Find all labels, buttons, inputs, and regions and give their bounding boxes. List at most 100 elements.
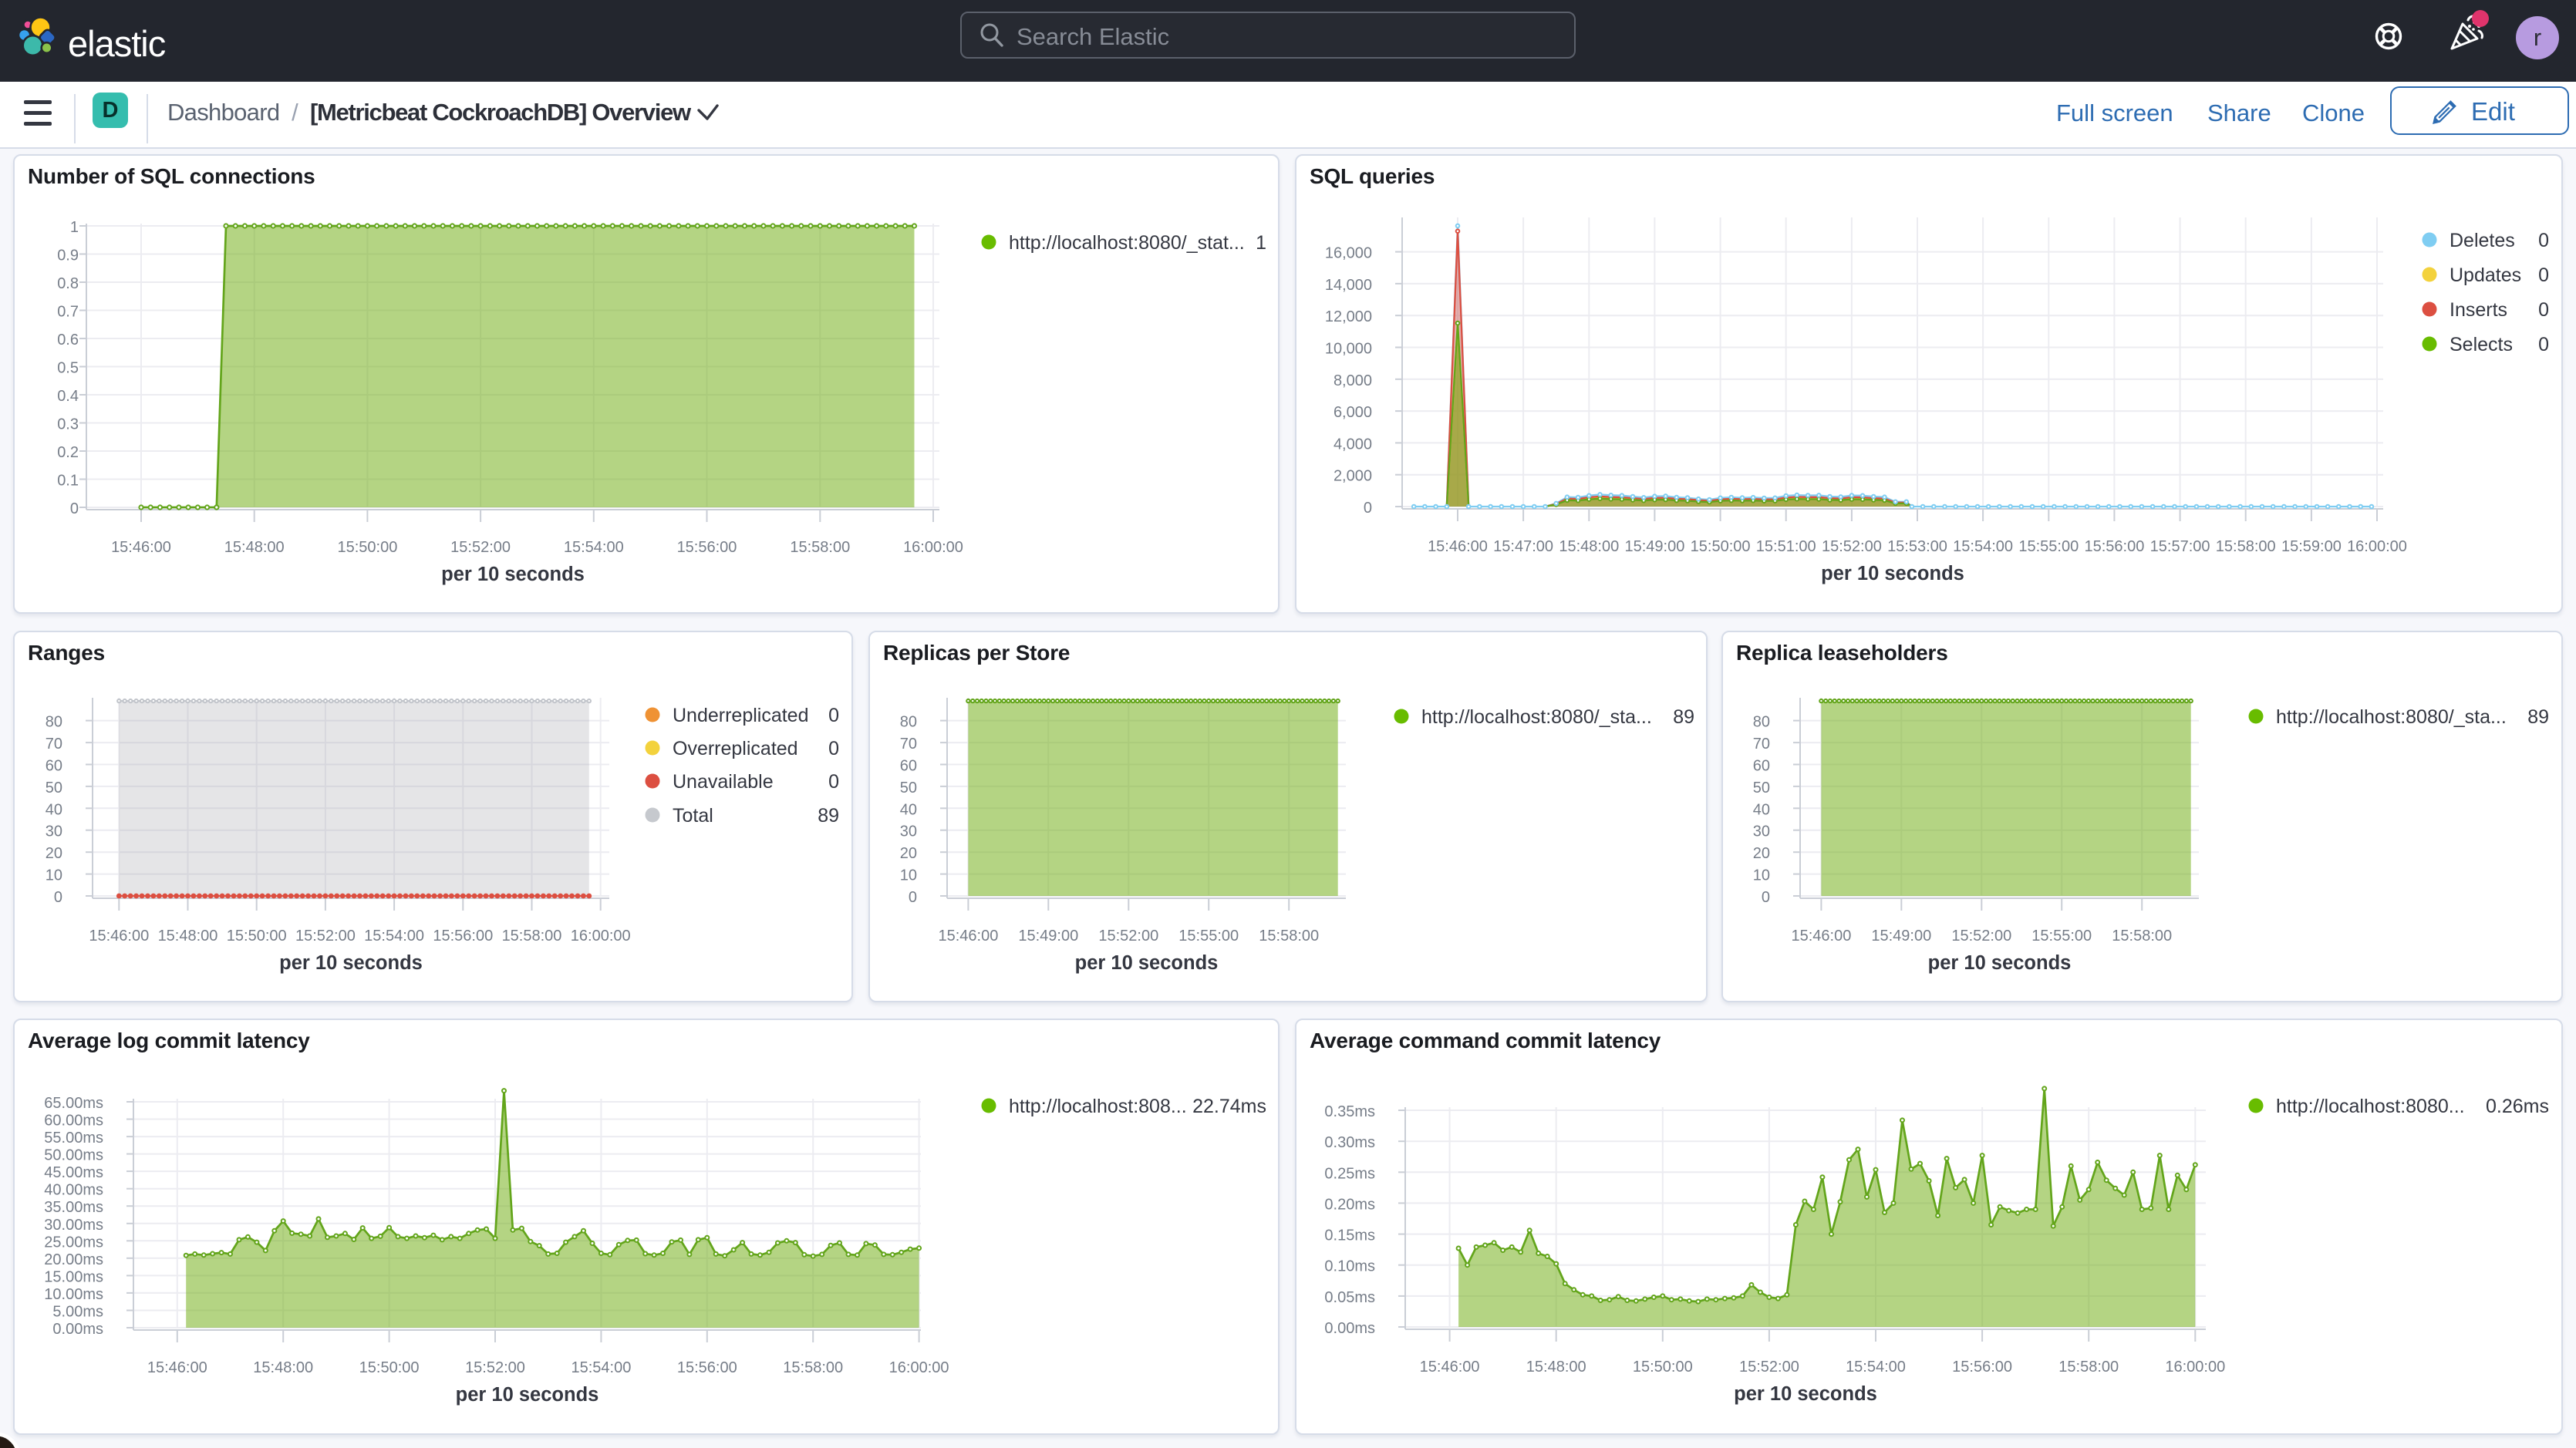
svg-text:15.00ms: 15.00ms	[44, 1268, 103, 1285]
svg-text:1: 1	[1256, 232, 1266, 254]
svg-text:15:52:00: 15:52:00	[1951, 928, 2011, 945]
svg-text:15:50:00: 15:50:00	[1633, 1359, 1693, 1376]
svg-text:0.25ms: 0.25ms	[1324, 1165, 1375, 1182]
svg-text:0: 0	[828, 771, 839, 793]
svg-text:50: 50	[900, 780, 917, 796]
svg-text:15:55:00: 15:55:00	[2031, 928, 2092, 945]
svg-text:15:48:00: 15:48:00	[253, 1359, 313, 1376]
svg-text:0.20ms: 0.20ms	[1324, 1196, 1375, 1213]
svg-text:15:50:00: 15:50:00	[1691, 538, 1751, 555]
svg-text:0.26ms: 0.26ms	[2486, 1096, 2549, 1117]
svg-text:per 10 seconds: per 10 seconds	[1821, 563, 1964, 584]
svg-text:per 10 seconds: per 10 seconds	[1075, 952, 1219, 974]
svg-text:0.30ms: 0.30ms	[1324, 1134, 1375, 1151]
svg-text:0.7: 0.7	[57, 304, 79, 321]
svg-text:40: 40	[46, 801, 62, 818]
svg-text:60: 60	[1753, 758, 1770, 775]
svg-text:15:54:00: 15:54:00	[564, 539, 624, 556]
svg-text:0.9: 0.9	[57, 248, 79, 264]
svg-text:80: 80	[1753, 714, 1770, 731]
svg-text:10: 10	[900, 867, 917, 884]
svg-text:60: 60	[46, 758, 62, 775]
svg-text:15:53:00: 15:53:00	[1887, 538, 1947, 555]
svg-text:89: 89	[818, 805, 839, 827]
svg-text:50: 50	[1753, 780, 1770, 796]
svg-text:20: 20	[900, 845, 917, 862]
svg-text:15:46:00: 15:46:00	[938, 928, 998, 945]
svg-text:15:52:00: 15:52:00	[450, 539, 511, 556]
svg-text:Underreplicated: Underreplicated	[673, 705, 809, 726]
svg-text:0: 0	[1364, 500, 1372, 517]
svg-text:15:54:00: 15:54:00	[364, 928, 424, 945]
svg-text:16:00:00: 16:00:00	[2165, 1359, 2225, 1376]
svg-text:30: 30	[1753, 823, 1770, 840]
svg-text:45.00ms: 45.00ms	[44, 1164, 103, 1181]
svg-text:10: 10	[1753, 867, 1770, 884]
svg-text:15:46:00: 15:46:00	[111, 539, 171, 556]
svg-text:10: 10	[46, 867, 62, 884]
svg-text:15:46:00: 15:46:00	[1420, 1359, 1480, 1376]
svg-text:15:56:00: 15:56:00	[1952, 1359, 2012, 1376]
svg-text:22.74ms: 22.74ms	[1192, 1096, 1266, 1117]
svg-text:0.2: 0.2	[57, 444, 79, 461]
svg-text:15:50:00: 15:50:00	[359, 1359, 420, 1376]
svg-text:15:58:00: 15:58:00	[2112, 928, 2172, 945]
svg-text:0.1: 0.1	[57, 473, 79, 490]
svg-text:http://localhost:8080/_sta...: http://localhost:8080/_sta...	[2276, 706, 2507, 728]
svg-text:15:49:00: 15:49:00	[1624, 538, 1684, 555]
svg-text:Unavailable: Unavailable	[673, 771, 774, 793]
svg-text:Updates: Updates	[2450, 264, 2521, 286]
svg-text:14,000: 14,000	[1325, 277, 1372, 294]
svg-text:12,000: 12,000	[1325, 308, 1372, 325]
svg-text:0.00ms: 0.00ms	[1324, 1320, 1375, 1337]
svg-text:15:52:00: 15:52:00	[295, 928, 356, 945]
svg-text:15:47:00: 15:47:00	[1493, 538, 1553, 555]
svg-text:15:54:00: 15:54:00	[1846, 1359, 1906, 1376]
svg-text:0: 0	[2538, 264, 2549, 286]
svg-text:0.3: 0.3	[57, 416, 79, 433]
svg-text:0.05ms: 0.05ms	[1324, 1289, 1375, 1306]
svg-text:15:52:00: 15:52:00	[1822, 538, 1882, 555]
svg-text:15:49:00: 15:49:00	[1871, 928, 1931, 945]
svg-text:70: 70	[1753, 736, 1770, 753]
svg-text:per 10 seconds: per 10 seconds	[456, 1384, 599, 1406]
svg-text:16,000: 16,000	[1325, 245, 1372, 262]
svg-text:15:58:00: 15:58:00	[783, 1359, 843, 1376]
svg-text:15:48:00: 15:48:00	[1526, 1359, 1586, 1376]
svg-text:40.00ms: 40.00ms	[44, 1182, 103, 1199]
svg-text:35.00ms: 35.00ms	[44, 1199, 103, 1216]
svg-text:15:58:00: 15:58:00	[502, 928, 562, 945]
svg-text:0: 0	[2538, 230, 2549, 251]
svg-text:15:58:00: 15:58:00	[2216, 538, 2276, 555]
svg-text:16:00:00: 16:00:00	[2347, 538, 2407, 555]
svg-text:Total: Total	[673, 805, 713, 827]
svg-text:0: 0	[909, 889, 917, 906]
svg-text:40: 40	[1753, 801, 1770, 818]
svg-text:15:58:00: 15:58:00	[2058, 1359, 2119, 1376]
svg-text:per 10 seconds: per 10 seconds	[279, 952, 423, 974]
svg-text:30.00ms: 30.00ms	[44, 1217, 103, 1234]
svg-text:20.00ms: 20.00ms	[44, 1251, 103, 1268]
svg-text:Overreplicated: Overreplicated	[673, 738, 798, 759]
svg-text:15:56:00: 15:56:00	[433, 928, 493, 945]
svg-text:15:54:00: 15:54:00	[571, 1359, 631, 1376]
svg-text:55.00ms: 55.00ms	[44, 1130, 103, 1147]
svg-text:0: 0	[1762, 889, 1770, 906]
svg-text:0: 0	[2538, 334, 2549, 355]
svg-text:15:49:00: 15:49:00	[1018, 928, 1078, 945]
svg-text:25.00ms: 25.00ms	[44, 1234, 103, 1251]
svg-text:15:56:00: 15:56:00	[677, 1359, 737, 1376]
svg-text:0.5: 0.5	[57, 360, 79, 377]
svg-text:15:46:00: 15:46:00	[1428, 538, 1488, 555]
svg-text:15:52:00: 15:52:00	[1739, 1359, 1799, 1376]
svg-text:per 10 seconds: per 10 seconds	[1734, 1383, 1877, 1405]
svg-text:70: 70	[900, 736, 917, 753]
svg-text:20: 20	[1753, 845, 1770, 862]
svg-text:15:57:00: 15:57:00	[2150, 538, 2210, 555]
svg-text:http://localhost:8080/_sta...: http://localhost:8080/_sta...	[1421, 706, 1652, 728]
svg-text:15:59:00: 15:59:00	[2281, 538, 2342, 555]
svg-text:10.00ms: 10.00ms	[44, 1286, 103, 1303]
svg-text:http://localhost:808...: http://localhost:808...	[1009, 1096, 1187, 1117]
svg-text:http://localhost:8080...: http://localhost:8080...	[2276, 1096, 2465, 1117]
svg-text:16:00:00: 16:00:00	[571, 928, 631, 945]
